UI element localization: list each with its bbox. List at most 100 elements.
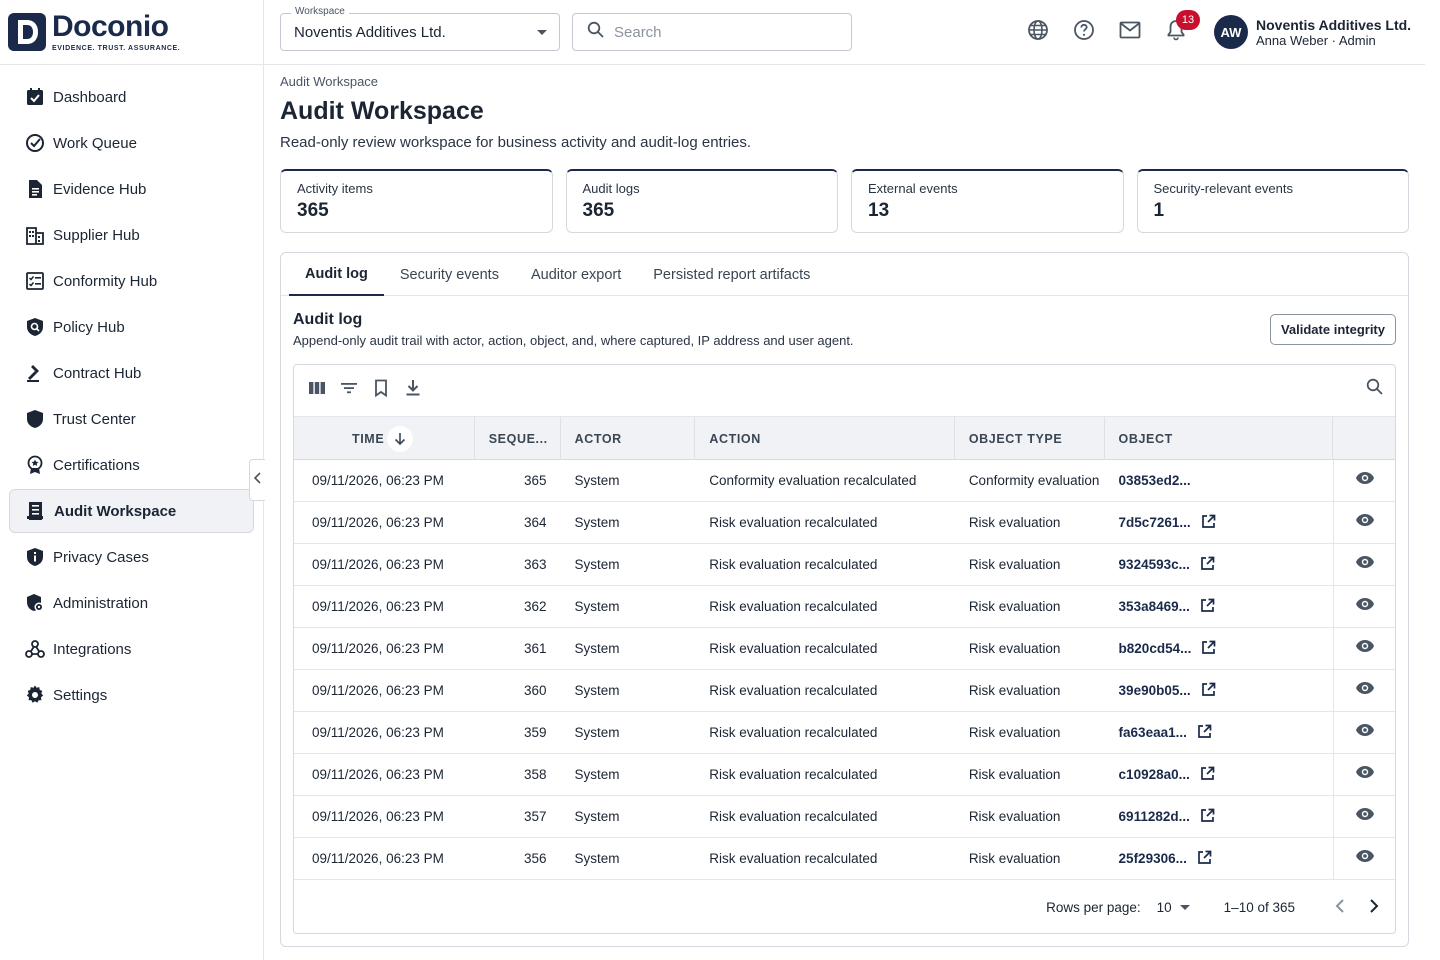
topbar: Workspace Noventis Additives Ltd. 13 AW … (264, 0, 1425, 65)
view-button[interactable] (1333, 627, 1395, 670)
sidebar-item-audit-workspace[interactable]: Audit Workspace (9, 489, 254, 533)
column-header-action[interactable]: ACTION (695, 417, 955, 460)
sidebar-item-privacy-cases[interactable]: Privacy Cases (9, 535, 254, 579)
cell-action: Risk evaluation recalculated (709, 851, 878, 866)
external-link-icon (1201, 514, 1216, 532)
table-row[interactable]: 09/11/2026, 06:23 PM 360 System Risk evalua… (294, 669, 1395, 712)
tab-security-events[interactable]: Security events (384, 253, 515, 296)
table-row[interactable]: 09/11/2026, 06:23 PM 357 System Risk evalua… (294, 795, 1395, 838)
sidebar-item-administration[interactable]: Administration (9, 581, 254, 625)
tab-audit-log[interactable]: Audit log (289, 253, 384, 296)
cell-actor: System (574, 809, 620, 824)
open-object-link[interactable] (1201, 682, 1216, 700)
table-row[interactable]: 09/11/2026, 06:23 PM 356 System Risk evalua… (294, 837, 1395, 880)
view-button[interactable] (1333, 669, 1395, 712)
view-button[interactable] (1333, 753, 1395, 796)
page-description: Read-only review workspace for business … (280, 134, 752, 151)
avatar[interactable]: AW (1214, 15, 1248, 49)
open-object-link[interactable] (1201, 640, 1216, 658)
sidebar-item-supplier-hub[interactable]: Supplier Hub (9, 213, 254, 257)
rows-per-page-select[interactable]: 10 (1157, 900, 1190, 915)
breadcrumb[interactable]: Audit Workspace (280, 74, 1409, 89)
open-object-link[interactable] (1197, 850, 1212, 868)
sidebar-item-conformity-hub[interactable]: Conformity Hub (9, 259, 254, 303)
workspace-select[interactable]: Workspace Noventis Additives Ltd. (280, 6, 560, 51)
help-button[interactable] (1070, 18, 1098, 46)
column-header-time[interactable]: TIME (294, 417, 475, 460)
view-button[interactable] (1333, 459, 1395, 502)
object-id: 39e90b05... (1118, 683, 1191, 698)
view-button[interactable] (1333, 837, 1395, 880)
sidebar-collapse-button[interactable] (249, 459, 265, 501)
sidebar-item-dashboard[interactable]: Dashboard (9, 75, 254, 119)
cell-sequence: 362 (524, 599, 547, 614)
language-button[interactable] (1024, 18, 1052, 46)
validate-integrity-button[interactable]: Validate integrity (1269, 314, 1396, 345)
bookmark-icon (374, 379, 388, 402)
columns-icon (308, 381, 326, 400)
view-button[interactable] (1333, 501, 1395, 544)
sidebar-item-label: Evidence Hub (53, 180, 147, 198)
table-row[interactable]: 09/11/2026, 06:23 PM 363 System Risk evalua… (294, 543, 1395, 586)
table-row[interactable]: 09/11/2026, 06:23 PM 359 System Risk evalua… (294, 711, 1395, 754)
column-header-object-type[interactable]: OBJECT TYPE (955, 417, 1105, 460)
sidebar-item-work-queue[interactable]: Work Queue (9, 121, 254, 165)
column-header-sequence[interactable]: SEQUE... (475, 417, 561, 460)
sidebar-item-contract-hub[interactable]: Contract Hub (9, 351, 254, 395)
sort-descending-icon[interactable] (387, 425, 414, 452)
table-row[interactable]: 09/11/2026, 06:23 PM 365 System Conformity … (294, 459, 1395, 502)
tab-persisted-report-artifacts[interactable]: Persisted report artifacts (637, 253, 826, 296)
open-object-link[interactable] (1200, 808, 1215, 826)
object-id: 9324593c... (1118, 557, 1190, 572)
cell-actor: System (574, 641, 620, 656)
brand[interactable]: Doconio EVIDENCE. TRUST. ASSURANCE. (0, 0, 263, 65)
sidebar-item-settings[interactable]: Settings (9, 673, 254, 717)
open-object-link[interactable] (1200, 766, 1215, 784)
sidebar-item-certifications[interactable]: Certifications (9, 443, 254, 487)
export-button[interactable] (400, 378, 426, 404)
grid-search-button[interactable] (1366, 378, 1383, 400)
sidebar-item-label: Dashboard (53, 88, 127, 106)
open-object-link[interactable] (1200, 556, 1215, 574)
search-input[interactable] (614, 23, 834, 41)
sidebar-item-trust-center[interactable]: Trust Center (9, 397, 254, 441)
table-row[interactable]: 09/11/2026, 06:23 PM 361 System Risk evalua… (294, 627, 1395, 670)
table-row[interactable]: 09/11/2026, 06:23 PM 358 System Risk evalua… (294, 753, 1395, 796)
sidebar-item-label: Supplier Hub (53, 226, 140, 244)
next-page-button[interactable] (1361, 894, 1387, 920)
column-header-actor[interactable]: ACTOR (561, 417, 696, 460)
view-button[interactable] (1333, 543, 1395, 586)
logo-mark (8, 13, 46, 51)
table-row[interactable]: 09/11/2026, 06:23 PM 362 System Risk evalua… (294, 585, 1395, 628)
sidebar-item-integrations[interactable]: Integrations (9, 627, 254, 671)
view-button[interactable] (1333, 585, 1395, 628)
open-object-link[interactable] (1200, 598, 1215, 616)
filter-button[interactable] (336, 378, 362, 404)
view-button[interactable] (1333, 711, 1395, 754)
cell-action: Risk evaluation recalculated (709, 557, 878, 572)
table-row[interactable]: 09/11/2026, 06:23 PM 364 System Risk evalua… (294, 501, 1395, 544)
cell-actor: System (574, 515, 620, 530)
open-object-link[interactable] (1197, 724, 1212, 742)
tab-auditor-export[interactable]: Auditor export (515, 253, 637, 296)
sidebar-item-policy-hub[interactable]: Policy Hub (9, 305, 254, 349)
open-object-link[interactable] (1201, 514, 1216, 532)
help-circle-icon (1073, 19, 1095, 46)
filter-icon (340, 381, 358, 400)
search-box[interactable] (572, 13, 852, 51)
columns-button[interactable] (304, 378, 330, 404)
column-header-object[interactable]: OBJECT (1105, 417, 1334, 460)
view-button[interactable] (1333, 795, 1395, 838)
cell-object-type: Conformity evaluation (968, 473, 1100, 488)
cell-time: 09/11/2026, 06:23 PM (312, 557, 444, 572)
sidebar-item-evidence-hub[interactable]: Evidence Hub (9, 167, 254, 211)
user-menu[interactable]: Noventis Additives Ltd. Anna Weber · Adm… (1256, 17, 1411, 48)
user-org: Noventis Additives Ltd. (1256, 17, 1412, 33)
stat-label: Security-relevant events (1153, 181, 1293, 196)
messages-button[interactable] (1116, 18, 1144, 46)
cell-actor: System (574, 557, 620, 572)
notifications-button[interactable]: 13 (1162, 10, 1200, 46)
stat-card-security-events: Security-relevant events 1 (1136, 169, 1409, 233)
saved-views-button[interactable] (368, 378, 394, 404)
previous-page-button[interactable] (1327, 894, 1353, 920)
